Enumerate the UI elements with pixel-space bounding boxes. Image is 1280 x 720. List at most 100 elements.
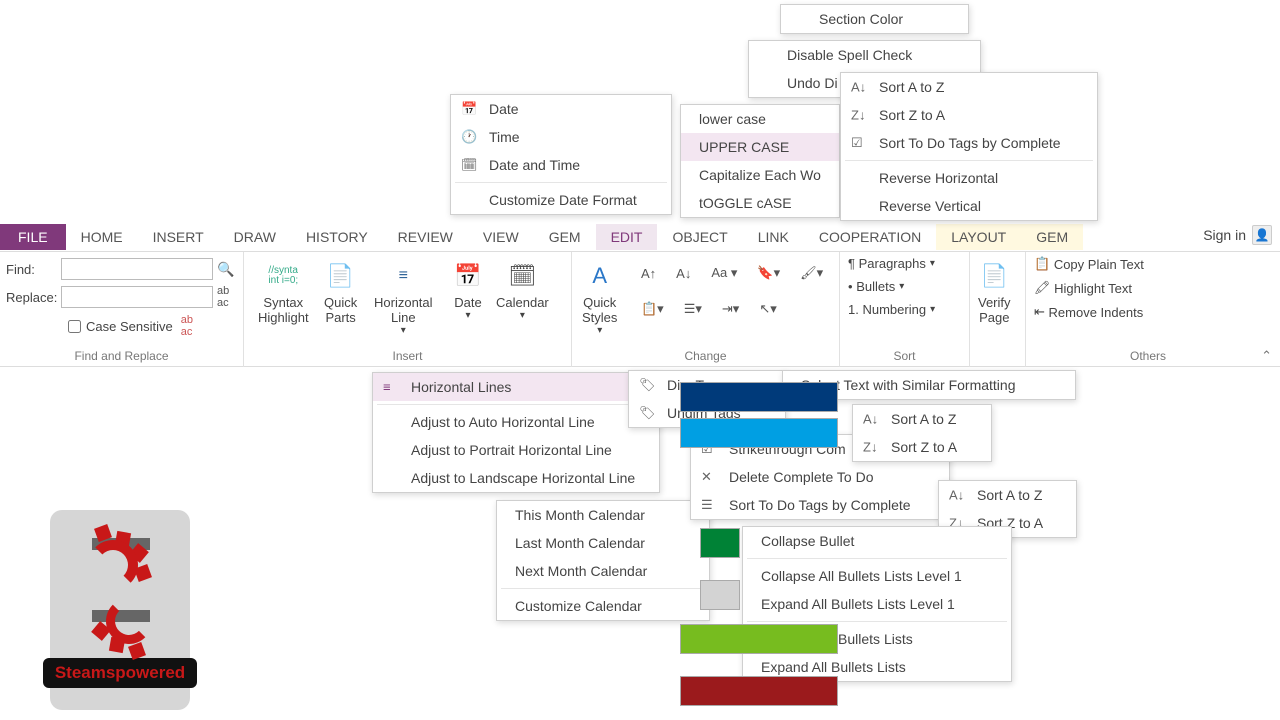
ribbon: Find: 🔍 Replace: abac Case Sensitive aba…: [0, 252, 1280, 367]
sort-todo-icon: ☰: [701, 497, 713, 513]
group-verify: 📄 Verify Page: [970, 252, 1026, 367]
color-swatch-gray[interactable]: [700, 580, 740, 610]
change-case-btn[interactable]: Aa ▾: [708, 262, 740, 284]
menu-case: lower case UPPER CASE Capitalize Each Wo…: [680, 104, 840, 218]
case-checkbox[interactable]: [68, 320, 81, 333]
syntax-label: Syntax Highlight: [258, 295, 309, 325]
menu-item-capitalize[interactable]: Capitalize Each Wo: [681, 161, 839, 189]
bullets-button[interactable]: • Bullets▾: [840, 275, 969, 298]
remove-indents-button[interactable]: ⇤ Remove Indents: [1026, 300, 1270, 324]
find-input[interactable]: [61, 258, 213, 280]
collapse-ribbon-button[interactable]: ⌃: [1261, 348, 1272, 364]
menu-item-sort-az[interactable]: A↓Sort A to Z: [841, 73, 1097, 101]
menu-item-section-color[interactable]: Section Color: [781, 5, 968, 33]
menu-item-uppercase[interactable]: UPPER CASE: [681, 133, 839, 161]
menu-item-sort-todo[interactable]: ☑Sort To Do Tags by Complete: [841, 129, 1097, 157]
remove-label: Remove Indents: [1049, 305, 1144, 320]
menu-separator: [747, 558, 1007, 559]
menu-item-delete-todo[interactable]: ✕Delete Complete To Do: [691, 463, 949, 491]
highlight-label: Highlight Text: [1054, 281, 1132, 296]
color-swatch-green[interactable]: [680, 624, 838, 654]
paragraphs-button[interactable]: ¶ Paragraphs▾: [840, 252, 969, 275]
menu-item-last-month[interactable]: Last Month Calendar: [497, 529, 709, 557]
menu-item-label: Sort Z to A: [891, 439, 957, 455]
calendar-button[interactable]: 🗓 Calendar ▾: [494, 258, 551, 323]
menu-item-reverse-h[interactable]: Reverse Horizontal: [841, 164, 1097, 192]
menu-item-sort2-za[interactable]: Z↓Sort Z to A: [853, 433, 991, 461]
tab-gem[interactable]: GEM: [534, 224, 596, 250]
menu-item-lowercase[interactable]: lower case: [681, 105, 839, 133]
menu-item-sort-za[interactable]: Z↓Sort Z to A: [841, 101, 1097, 129]
tab-cooperation[interactable]: COOPERATION: [804, 224, 936, 250]
menu-item-time[interactable]: 🕐Time: [451, 123, 671, 151]
replace-all-icon[interactable]: abac: [181, 314, 193, 338]
numbering-label: Numbering: [862, 302, 926, 317]
highlight-text-button[interactable]: 🖍 Highlight Text: [1026, 276, 1270, 300]
menu-item-sort2-az[interactable]: A↓Sort A to Z: [853, 405, 991, 433]
paste-special-btn[interactable]: 📋▾: [638, 298, 667, 320]
menu-item-next-month[interactable]: Next Month Calendar: [497, 557, 709, 585]
menu-item-date[interactable]: 📅Date: [451, 95, 671, 123]
menu-item-this-month[interactable]: This Month Calendar: [497, 501, 709, 529]
tab-insert[interactable]: INSERT: [138, 224, 219, 250]
menu-sort2: A↓Sort A to Z Z↓Sort Z to A: [852, 404, 992, 462]
syntax-highlight-button[interactable]: //syntaint i=0; Syntax Highlight: [256, 258, 311, 327]
quickstyles-icon: A: [584, 260, 616, 292]
menu-item-collapse-bullet[interactable]: Collapse Bullet: [743, 527, 1011, 555]
list-btn[interactable]: ☰▾: [681, 298, 705, 320]
menu-item-landscape-hline[interactable]: Adjust to Landscape Horizontal Line: [373, 464, 659, 492]
date-button[interactable]: 📅 Date ▾: [450, 258, 486, 323]
color-swatch-red[interactable]: [680, 676, 838, 706]
quick-parts-button[interactable]: 📄 Quick Parts: [322, 258, 359, 327]
case-sensitive-check[interactable]: Case Sensitive: [68, 319, 173, 334]
tab-layout[interactable]: LAYOUT: [936, 224, 1021, 250]
menu-item-reverse-v[interactable]: Reverse Vertical: [841, 192, 1097, 220]
tab-history[interactable]: HISTORY: [291, 224, 383, 250]
tab-gem2[interactable]: GEM: [1021, 224, 1083, 250]
color-swatch-blue[interactable]: [680, 418, 838, 448]
tab-file[interactable]: FILE: [0, 224, 66, 250]
tab-review[interactable]: REVIEW: [383, 224, 468, 250]
menu-item-toggle[interactable]: tOGGLE cASE: [681, 189, 839, 217]
sort-az-icon: A↓: [863, 412, 878, 427]
menu-item-datetime[interactable]: 🗓Date and Time: [451, 151, 671, 179]
menu-item-expand-all-l1[interactable]: Expand All Bullets Lists Level 1: [743, 590, 1011, 618]
color-swatch-darkgreen[interactable]: [700, 528, 740, 558]
menu-separator: [845, 160, 1093, 161]
menu-item-collapse-all-l1[interactable]: Collapse All Bullets Lists Level 1: [743, 562, 1011, 590]
tab-link[interactable]: LINK: [743, 224, 804, 250]
verify-page-button[interactable]: 📄 Verify Page: [976, 258, 1013, 327]
menu-item-custom-date[interactable]: Customize Date Format: [451, 186, 671, 214]
quick-styles-button[interactable]: A Quick Styles ▾: [580, 258, 619, 338]
select-btn[interactable]: ↖▾: [756, 298, 779, 320]
menu-hline: ≡Horizontal Lines Adjust to Auto Horizon…: [372, 372, 660, 493]
menu-item-hlines[interactable]: ≡Horizontal Lines: [373, 373, 659, 401]
tab-draw[interactable]: DRAW: [219, 224, 291, 250]
menu-date: 📅Date 🕐Time 🗓Date and Time Customize Dat…: [450, 94, 672, 215]
tab-object[interactable]: OBJECT: [657, 224, 742, 250]
tab-home[interactable]: HOME: [66, 224, 138, 250]
tag-btn[interactable]: 🔖▾: [754, 262, 783, 284]
menu-item-auto-hline[interactable]: Adjust to Auto Horizontal Line: [373, 408, 659, 436]
color-swatch-navy[interactable]: [680, 382, 838, 412]
search-icon[interactable]: 🔍: [217, 261, 234, 278]
numbering-button[interactable]: 1. Numbering▾: [840, 298, 969, 321]
tab-edit[interactable]: EDIT: [596, 224, 658, 250]
horizontal-line-button[interactable]: ≡ Horizontal Line ▾: [372, 258, 435, 338]
menu-item-disable-spell[interactable]: Disable Spell Check: [749, 41, 980, 69]
sort-az-icon: A↓: [949, 488, 964, 503]
sign-in[interactable]: Sign in 👤: [1203, 225, 1272, 245]
menu-item-custom-cal[interactable]: Customize Calendar: [497, 592, 709, 620]
increase-font-btn[interactable]: A↑: [638, 262, 659, 284]
replace-icon[interactable]: abac: [217, 285, 229, 309]
menu-item-sort-todo[interactable]: ☰Sort To Do Tags by Complete: [691, 491, 949, 519]
replace-input[interactable]: [61, 286, 213, 308]
decrease-font-btn[interactable]: A↓: [673, 262, 694, 284]
menu-item-portrait-hline[interactable]: Adjust to Portrait Horizontal Line: [373, 436, 659, 464]
tab-view[interactable]: VIEW: [468, 224, 534, 250]
menu-item-sort3-az[interactable]: A↓Sort A to Z: [939, 481, 1076, 509]
copy-plain-text-button[interactable]: 📋 Copy Plain Text: [1026, 252, 1270, 276]
menu-item-label: Time: [489, 129, 520, 145]
format-painter-btn[interactable]: 🖌▾: [797, 262, 826, 284]
indent-btn[interactable]: ⇥▾: [719, 298, 742, 320]
